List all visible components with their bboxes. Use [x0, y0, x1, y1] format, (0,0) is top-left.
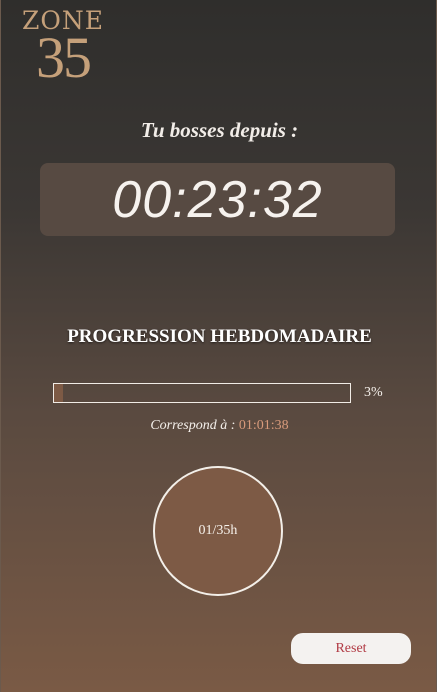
- zone35-logo: ZONE 35: [15, 8, 111, 87]
- weekly-hours-text: 01/35h: [198, 523, 238, 538]
- weekly-hours-circle: 01/35h: [153, 466, 283, 596]
- weekly-progress-bar: [53, 383, 351, 403]
- weekly-progress-percent: 3%: [364, 385, 383, 400]
- correspond-label: Correspond à :: [150, 418, 236, 433]
- timer-display: 00:23:32: [40, 163, 395, 236]
- logo-number: 35: [36, 25, 92, 90]
- weekly-progress-fill: [54, 384, 63, 402]
- weekly-progress-title: PROGRESSION HEBDOMADAIRE: [67, 326, 372, 347]
- timer-label: Tu bosses depuis :: [140, 118, 299, 142]
- correspond-time: 01:01:38: [238, 418, 289, 433]
- app-frame: ZONE 35 Tu bosses depuis : 00:23:32 PROG…: [0, 0, 437, 692]
- timer-value: 00:23:32: [112, 170, 323, 229]
- reset-button[interactable]: Reset: [291, 633, 411, 664]
- correspond-line: Correspond à : 01:01:38: [1, 418, 437, 434]
